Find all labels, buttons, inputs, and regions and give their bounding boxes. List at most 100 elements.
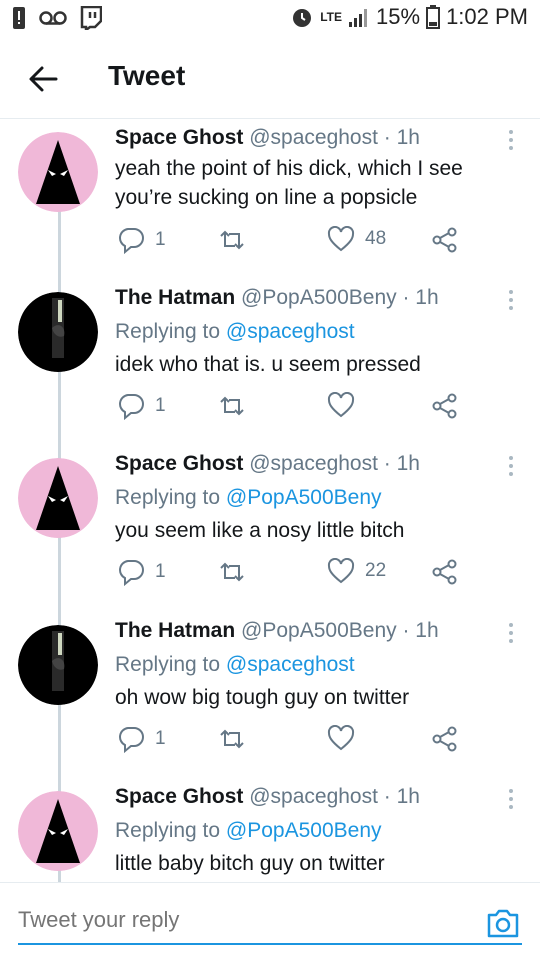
reply-icon (119, 727, 144, 753)
retweet-button[interactable] (217, 226, 257, 254)
reply-count: 1 (155, 728, 166, 749)
avatar[interactable] (18, 458, 98, 538)
more-options-icon[interactable] (506, 787, 516, 811)
twitch-icon (80, 6, 102, 30)
battery-percent: 15% (376, 4, 421, 29)
back-arrow-icon[interactable] (26, 62, 60, 96)
share-icon (432, 393, 457, 419)
reply-input[interactable] (18, 897, 522, 945)
display-name[interactable]: Space Ghost (115, 452, 243, 475)
share-icon (432, 726, 457, 752)
more-options-icon[interactable] (506, 621, 516, 645)
tweet-text-line: yeah the point of his dick, which I see (115, 157, 463, 180)
retweet-button[interactable] (217, 558, 257, 586)
handle-time: @PopA500Beny · 1h (241, 286, 439, 309)
retweet-button[interactable] (217, 725, 257, 753)
tweet[interactable]: The Hatman @PopA500Beny · 1h Replying to… (0, 282, 540, 450)
tweet[interactable]: The Hatman @PopA500Beny · 1h Replying to… (0, 615, 540, 783)
reply-button[interactable]: 1 (117, 725, 166, 753)
more-options-icon[interactable] (506, 454, 516, 478)
like-button[interactable]: 48 (327, 226, 386, 252)
tweet[interactable]: Space Ghost @spaceghost · 1h yeah the po… (0, 122, 540, 282)
handle-time: @PopA500Beny · 1h (241, 619, 439, 642)
replying-to: Replying to @PopA500Beny (115, 486, 382, 510)
tweet-text: oh wow big tough guy on twitter (115, 683, 515, 712)
clock: 1:02 PM (446, 4, 528, 29)
tweet-text: you seem like a nosy little bitch (115, 516, 515, 545)
reply-icon (119, 560, 144, 586)
replying-label: Replying to (115, 486, 226, 509)
alarm-icon (293, 9, 312, 27)
share-icon (432, 227, 457, 253)
tweet-text-line: oh wow big tough guy on twitter (115, 686, 410, 709)
reply-icon (119, 228, 144, 254)
display-name[interactable]: Space Ghost (115, 785, 243, 808)
tweet-text: yeah the point of his dick, which I see y… (115, 154, 515, 212)
tweet-text-line: idek who that is. u seem pressed (115, 353, 421, 376)
page-title: Tweet (108, 60, 186, 91)
tweet-text-line: you’re sucking on line a popsicle (115, 186, 418, 209)
tweet[interactable]: Space Ghost @spaceghost · 1h Replying to… (0, 448, 540, 616)
display-name[interactable]: The Hatman (115, 286, 235, 309)
battery-icon (426, 5, 441, 29)
tweet-header: The Hatman @PopA500Beny · 1h (115, 286, 439, 310)
tweet-actions: 1 22 (115, 558, 465, 588)
alert-icon (13, 7, 25, 29)
app-bar: Tweet (0, 40, 540, 119)
reply-button[interactable]: 1 (117, 392, 166, 420)
replying-label: Replying to (115, 819, 226, 842)
camera-icon[interactable] (486, 907, 520, 939)
share-button[interactable] (431, 725, 459, 753)
tweet-text-line: you seem like a nosy little bitch (115, 519, 405, 542)
heart-icon (327, 725, 355, 751)
retweet-button[interactable] (217, 392, 257, 420)
reply-count: 1 (155, 229, 166, 250)
retweet-icon (220, 562, 244, 582)
like-button[interactable] (327, 725, 365, 751)
tweet-header: Space Ghost @spaceghost · 1h (115, 785, 420, 809)
reply-count: 1 (155, 561, 166, 582)
tweet-text-line: little baby bitch guy on twitter (115, 852, 385, 875)
replying-to-link[interactable]: @PopA500Beny (226, 486, 382, 509)
voicemail-icon (39, 11, 67, 25)
reply-button[interactable]: 1 (117, 558, 166, 586)
handle-time: @spaceghost · 1h (249, 785, 420, 808)
share-button[interactable] (431, 558, 459, 586)
avatar[interactable] (18, 791, 98, 871)
avatar[interactable] (18, 625, 98, 705)
heart-icon (327, 392, 355, 418)
replying-to: Replying to @PopA500Beny (115, 819, 382, 843)
reply-button[interactable]: 1 (117, 226, 166, 254)
more-options-icon[interactable] (506, 128, 516, 152)
reply-icon (119, 394, 144, 420)
more-options-icon[interactable] (506, 288, 516, 312)
heart-icon (327, 558, 355, 584)
tweet-actions: 1 48 (115, 226, 465, 256)
tweet-header: Space Ghost @spaceghost · 1h (115, 452, 420, 476)
share-button[interactable] (431, 226, 459, 254)
replying-to-link[interactable]: @PopA500Beny (226, 819, 382, 842)
tweet[interactable]: Space Ghost @spaceghost · 1h Replying to… (0, 781, 540, 881)
tweet-header: The Hatman @PopA500Beny · 1h (115, 619, 439, 643)
tweet-actions: 1 (115, 392, 465, 422)
like-count: 48 (365, 228, 387, 249)
replying-to-link[interactable]: @spaceghost (226, 320, 355, 343)
signal-icon (349, 9, 368, 27)
avatar[interactable] (18, 292, 98, 372)
tweet-text: idek who that is. u seem pressed (115, 350, 515, 379)
like-count: 22 (365, 560, 387, 581)
display-name[interactable]: The Hatman (115, 619, 235, 642)
share-button[interactable] (431, 392, 459, 420)
replying-label: Replying to (115, 320, 226, 343)
tweet-text: little baby bitch guy on twitter (115, 849, 515, 878)
share-icon (432, 559, 457, 585)
like-button[interactable] (327, 392, 365, 418)
replying-to-link[interactable]: @spaceghost (226, 653, 355, 676)
retweet-icon (220, 396, 244, 416)
retweet-icon (220, 729, 244, 749)
display-name[interactable]: Space Ghost (115, 126, 243, 149)
like-button[interactable]: 22 (327, 558, 386, 584)
replying-label: Replying to (115, 653, 226, 676)
avatar[interactable] (18, 132, 98, 212)
reply-compose-bar (0, 882, 540, 961)
